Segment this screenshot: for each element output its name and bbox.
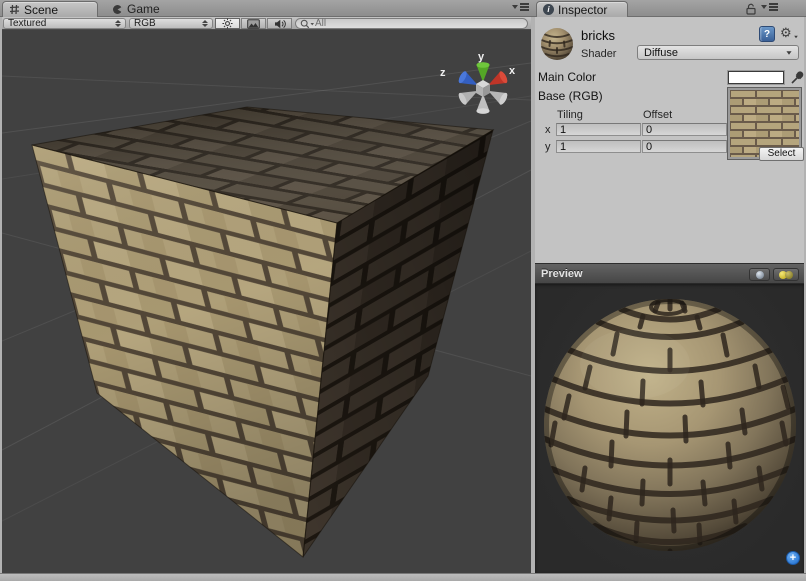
tab-scene[interactable]: Scene	[2, 1, 98, 17]
menu-icon	[520, 3, 529, 5]
scene-effects-toggle[interactable]	[241, 18, 266, 29]
select-button[interactable]: Select	[759, 147, 804, 161]
tab-inspector[interactable]: i Inspector	[536, 1, 628, 17]
tab-inspector-label: Inspector	[558, 3, 607, 17]
image-icon	[247, 19, 260, 29]
scene-panel-menu[interactable]	[512, 5, 529, 9]
tab-game-label: Game	[127, 2, 160, 16]
offset-y-input[interactable]	[642, 140, 727, 153]
sphere-icon	[756, 271, 764, 279]
inspector-panel-menu[interactable]	[761, 5, 778, 9]
sun-icon	[222, 18, 233, 29]
search-icon	[300, 19, 315, 29]
material-sphere-icon	[540, 27, 574, 61]
offset-x-input[interactable]	[642, 123, 727, 136]
unity-editor-window: { "tabs": { "scene": "Scene", "game": "G…	[0, 0, 806, 581]
select-button-label: Select	[768, 148, 796, 159]
eyedropper-icon[interactable]	[790, 69, 805, 85]
plus-icon: +	[790, 552, 796, 564]
preview-model-button[interactable]	[749, 268, 770, 281]
chevron-down-icon	[512, 5, 518, 9]
shader-label: Shader	[581, 48, 616, 60]
inspector-panel: bricks Shader Diffuse ? ⚙ Main Color Bas…	[535, 17, 804, 263]
scene-lighting-toggle[interactable]	[215, 18, 240, 29]
preview-header[interactable]: Preview	[535, 263, 804, 284]
gizmo-center-cube[interactable]	[476, 80, 490, 97]
menu-icon	[769, 3, 778, 5]
scene-3d-view: y x z	[2, 30, 531, 573]
preview-sphere	[535, 284, 804, 573]
light-off-icon	[785, 271, 793, 279]
scene-grid-icon	[9, 4, 20, 15]
chevron-down-icon	[794, 36, 798, 38]
preview-lighting-button[interactable]	[773, 268, 799, 281]
scene-search-field[interactable]	[295, 18, 528, 29]
color-channels-dropdown[interactable]: RGB	[129, 18, 213, 29]
chevron-down-icon	[761, 5, 767, 9]
help-button[interactable]: ?	[759, 26, 775, 42]
shader-dropdown[interactable]: Diffuse	[637, 45, 799, 60]
draw-mode-value: Textured	[8, 18, 111, 29]
info-icon: i	[543, 4, 554, 15]
updown-arrows-icon	[115, 20, 121, 27]
gear-icon: ⚙	[780, 25, 792, 40]
tiling-row-y-label: y	[545, 141, 551, 153]
search-input[interactable]	[315, 18, 523, 29]
tab-game[interactable]: Game	[104, 1, 168, 17]
scene-viewport[interactable]: y x z	[2, 30, 531, 573]
gizmo-label-z: z	[440, 67, 446, 79]
base-texture-label: Base (RGB)	[538, 89, 603, 103]
window-bottom-edge	[0, 573, 806, 581]
draw-mode-dropdown[interactable]: Textured	[3, 18, 126, 29]
audio-icon	[274, 19, 286, 29]
color-channels-value: RGB	[134, 18, 198, 29]
gizmo-axis-y[interactable]	[477, 62, 490, 82]
preview-zoom-button[interactable]: +	[786, 551, 800, 565]
updown-arrows-icon	[202, 20, 208, 27]
main-color-label: Main Color	[538, 70, 596, 84]
tiling-y-input[interactable]	[556, 140, 641, 153]
scene-toolbar: Textured RGB	[2, 17, 531, 30]
tiling-x-input[interactable]	[556, 123, 641, 136]
tab-scene-label: Scene	[24, 3, 58, 17]
gizmo-label-x: x	[509, 65, 516, 77]
tiling-header: Tiling	[557, 109, 583, 121]
window-tab-bar: Scene Game i Inspector	[0, 0, 806, 17]
preview-title: Preview	[541, 268, 583, 280]
help-icon: ?	[764, 29, 770, 40]
gizmo-label-y: y	[478, 51, 485, 63]
chevron-down-icon	[786, 51, 791, 54]
tiling-row-x-label: x	[545, 124, 551, 136]
lock-open-icon[interactable]	[745, 3, 757, 15]
preview-viewport[interactable]: +	[535, 284, 804, 573]
main-color-swatch[interactable]	[728, 71, 784, 84]
shader-value: Diffuse	[644, 47, 678, 59]
brick-cube[interactable]	[32, 107, 493, 557]
offset-header: Offset	[643, 109, 672, 121]
material-name: bricks	[581, 28, 615, 43]
scene-audio-toggle[interactable]	[267, 18, 292, 29]
gear-menu-button[interactable]: ⚙	[780, 25, 798, 41]
game-icon	[112, 4, 123, 15]
